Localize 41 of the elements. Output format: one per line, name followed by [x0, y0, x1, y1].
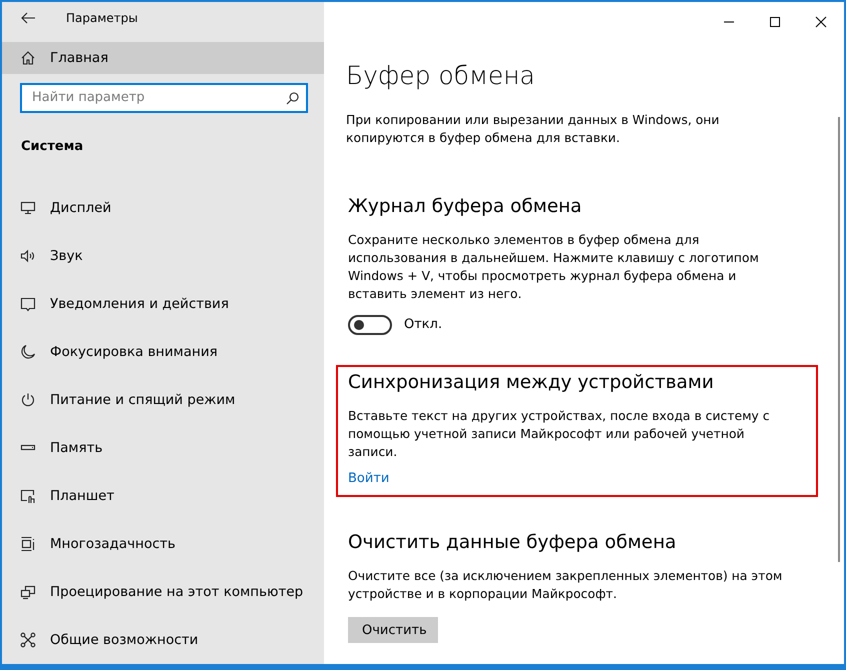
multitask-icon: [20, 536, 36, 552]
search-field[interactable]: Найти параметр: [20, 82, 308, 112]
moon-icon: [20, 344, 36, 360]
speech-bubble-icon: [20, 296, 36, 312]
group-heading: Система: [21, 138, 84, 156]
toggle-switch[interactable]: [348, 314, 392, 335]
home-nav-item[interactable]: Главная: [2, 42, 324, 74]
monitor-icon: [20, 200, 36, 216]
sidebar-item[interactable]: Память: [2, 424, 324, 472]
sidebar-item[interactable]: Питание и спящий режим: [2, 376, 324, 424]
sidebar-item[interactable]: Дисплей: [2, 184, 324, 232]
projector-icon: [20, 584, 36, 600]
sidebar-item[interactable]: Общие возможности: [2, 616, 324, 664]
close-icon: [815, 16, 827, 28]
home-icon: [20, 50, 36, 66]
tablet-icon: [20, 488, 36, 504]
network-icon: [20, 632, 36, 648]
maximize-icon: [769, 16, 781, 28]
description-text: Вставьте текст на других устройствах, после входа в систему с помощью учетной записи Майкрософт или рабочей учетной записи.: [348, 406, 771, 461]
section-heading: Очистить данные буфера обмена: [348, 530, 678, 555]
clear-button[interactable]: Очистить: [348, 616, 438, 643]
window-title: Параметры: [66, 10, 138, 27]
description-text: Очистите все (за исключением закрепленных элементов) на этом устройстве и в корпорации Майкрософт.: [348, 566, 784, 603]
page-title: Буфер обмена: [346, 60, 536, 92]
sidebar-item[interactable]: Планшет: [2, 472, 324, 520]
sidebar-item[interactable]: Фокусировка внимания: [2, 328, 324, 376]
sign-in-link[interactable]: Войти: [348, 468, 390, 488]
search-icon: [285, 90, 299, 104]
scrollbar[interactable]: [838, 117, 840, 562]
sidebar-item[interactable]: Многозадачность: [2, 520, 324, 568]
speaker-icon: [20, 248, 36, 264]
section-heading: Синхронизация между устройствами: [348, 370, 715, 395]
sidebar-item[interactable]: Звук: [2, 232, 324, 280]
description-text: При копировании или вырезании данных в Windows, они копируются в буфер обмена для вставки.: [346, 110, 720, 146]
section-heading: Журнал буфера обмена: [348, 194, 583, 218]
sidebar-item[interactable]: Проецирование на этот компьютер: [2, 568, 324, 616]
power-icon: [20, 392, 36, 408]
toggle-state-label: Откл.: [404, 316, 442, 334]
description-text: Сохраните несколько элементов в буфер обмена для использования в дальнейшем. Нажмите клавишу с логотипом Windows + V, чтобы просмотреть журнал буфера обмена и вставить элемент из него.: [348, 230, 760, 303]
back-arrow-icon: [20, 10, 36, 26]
sidebar-item[interactable]: Уведомления и действия: [2, 280, 324, 328]
